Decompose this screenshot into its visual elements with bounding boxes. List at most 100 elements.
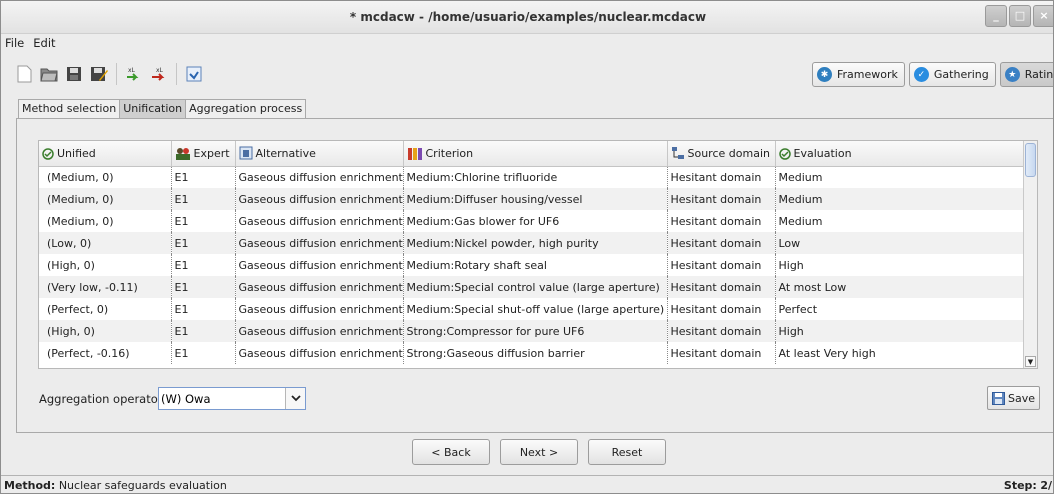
- aggregation-operator-dropdown-button[interactable]: [285, 388, 305, 409]
- scrollbar-thumb[interactable]: [1025, 143, 1036, 177]
- column-header-criterion[interactable]: Criterion: [403, 141, 668, 167]
- cell-alternative[interactable]: Gaseous diffusion enrichment: [235, 210, 404, 232]
- menu-edit[interactable]: Edit: [33, 36, 55, 54]
- cell-evaluation[interactable]: High: [775, 320, 1025, 342]
- aggregation-operator-input[interactable]: [159, 388, 285, 409]
- report-button[interactable]: [183, 63, 205, 85]
- framework-perspective-button[interactable]: ✱ Framework: [812, 62, 905, 87]
- table-row[interactable]: (Medium, 0) E1 Gaseous diffusion enrichmen…: [39, 210, 1025, 232]
- scroll-down-arrow-icon[interactable]: ▼: [1025, 356, 1036, 367]
- export-button[interactable]: xL: [148, 63, 170, 85]
- cell-evaluation[interactable]: Medium: [775, 166, 1025, 188]
- cell-alternative[interactable]: Gaseous diffusion enrichment: [235, 320, 404, 342]
- column-header-expert[interactable]: Expert: [171, 141, 236, 167]
- title-bar[interactable]: * mcdacw - /home/usuario/examples/nuclea…: [1, 1, 1053, 34]
- cell-source-domain[interactable]: Hesitant domain: [667, 166, 776, 188]
- cell-expert[interactable]: E1: [171, 320, 236, 342]
- open-file-button[interactable]: [38, 63, 60, 85]
- table-row[interactable]: (Medium, 0) E1 Gaseous diffusion enrichmen…: [39, 188, 1025, 210]
- cell-evaluation[interactable]: Perfect: [775, 298, 1025, 320]
- cell-expert[interactable]: E1: [171, 188, 236, 210]
- cell-criterion[interactable]: Strong:Gaseous diffusion barrier: [403, 342, 668, 364]
- reset-button[interactable]: Reset: [588, 439, 666, 465]
- menu-file[interactable]: File: [5, 36, 24, 54]
- table-row[interactable]: (Very low, -0.11) E1 Gaseous diffusion enr…: [39, 276, 1025, 298]
- cell-alternative[interactable]: Gaseous diffusion enrichment: [235, 276, 404, 298]
- tab-method-selection[interactable]: Method selection: [18, 99, 121, 118]
- cell-expert[interactable]: E1: [171, 232, 236, 254]
- column-header-unified[interactable]: Unified: [39, 141, 172, 167]
- cell-evaluation[interactable]: Low: [775, 232, 1025, 254]
- aggregation-operator-select[interactable]: [158, 387, 306, 410]
- table-vertical-scrollbar[interactable]: ▼: [1023, 141, 1037, 368]
- back-button[interactable]: < Back: [412, 439, 490, 465]
- cell-evaluation[interactable]: At most Low: [775, 276, 1025, 298]
- gathering-perspective-button[interactable]: ✓ Gathering: [908, 62, 996, 87]
- cell-alternative[interactable]: Gaseous diffusion enrichment: [235, 188, 404, 210]
- save-as-button[interactable]: [88, 63, 110, 85]
- cell-evaluation[interactable]: High: [775, 254, 1025, 276]
- cell-criterion[interactable]: Medium:Gas blower for UF6: [403, 210, 668, 232]
- tab-unification[interactable]: Unification: [119, 99, 187, 118]
- cell-alternative[interactable]: Gaseous diffusion enrichment: [235, 342, 404, 364]
- cell-unified[interactable]: (Medium, 0): [39, 166, 172, 188]
- cell-source-domain[interactable]: Hesitant domain: [667, 188, 776, 210]
- column-header-alternative[interactable]: Alternative: [235, 141, 404, 167]
- cell-expert[interactable]: E1: [171, 342, 236, 364]
- import-button[interactable]: xL: [123, 63, 145, 85]
- cell-expert[interactable]: E1: [171, 166, 236, 188]
- cell-unified[interactable]: (Medium, 0): [39, 210, 172, 232]
- cell-unified[interactable]: (Perfect, -0.16): [39, 342, 172, 364]
- cell-evaluation[interactable]: At least Very high: [775, 342, 1025, 364]
- cell-expert[interactable]: E1: [171, 254, 236, 276]
- floppy-icon: [67, 67, 81, 81]
- table-row[interactable]: (High, 0) E1 Gaseous diffusion enrichment S…: [39, 320, 1025, 342]
- cell-criterion[interactable]: Medium:Special control value (large aper…: [403, 276, 668, 298]
- cell-alternative[interactable]: Gaseous diffusion enrichment: [235, 232, 404, 254]
- column-header-source-domain[interactable]: Source domain: [667, 141, 776, 167]
- cell-expert[interactable]: E1: [171, 276, 236, 298]
- cell-alternative[interactable]: Gaseous diffusion enrichment: [235, 166, 404, 188]
- cell-unified[interactable]: (Perfect, 0): [39, 298, 172, 320]
- cell-unified[interactable]: (High, 0): [39, 254, 172, 276]
- table-row[interactable]: (Perfect, 0) E1 Gaseous diffusion enrichme…: [39, 298, 1025, 320]
- close-button[interactable]: ×: [1033, 5, 1053, 27]
- table-row[interactable]: (Perfect, -0.16) E1 Gaseous diffusion enri…: [39, 342, 1025, 364]
- toolbar: xL xL: [13, 58, 208, 90]
- column-header-evaluation[interactable]: Evaluation: [775, 141, 1025, 167]
- cell-source-domain[interactable]: Hesitant domain: [667, 342, 776, 364]
- save-file-button[interactable]: [63, 63, 85, 85]
- minimize-button[interactable]: _: [985, 5, 1007, 27]
- cell-alternative[interactable]: Gaseous diffusion enrichment: [235, 254, 404, 276]
- table-row[interactable]: (Medium, 0) E1 Gaseous diffusion enrichmen…: [39, 166, 1025, 188]
- new-file-button[interactable]: [13, 63, 35, 85]
- table-row[interactable]: (High, 0) E1 Gaseous diffusion enrichment M…: [39, 254, 1025, 276]
- tab-aggregation-process[interactable]: Aggregation process: [185, 99, 307, 118]
- cell-source-domain[interactable]: Hesitant domain: [667, 276, 776, 298]
- table-row[interactable]: (Low, 0) E1 Gaseous diffusion enrichment Me…: [39, 232, 1025, 254]
- cell-source-domain[interactable]: Hesitant domain: [667, 254, 776, 276]
- cell-unified[interactable]: (Very low, -0.11): [39, 276, 172, 298]
- cell-expert[interactable]: E1: [171, 298, 236, 320]
- cell-criterion[interactable]: Medium:Special shut-off value (large ape…: [403, 298, 668, 320]
- next-button[interactable]: Next >: [500, 439, 578, 465]
- cell-expert[interactable]: E1: [171, 210, 236, 232]
- cell-unified[interactable]: (Medium, 0): [39, 188, 172, 210]
- rating-perspective-button[interactable]: ★ Rating: [999, 62, 1053, 87]
- maximize-button[interactable]: □: [1009, 5, 1031, 27]
- cell-unified[interactable]: (High, 0): [39, 320, 172, 342]
- cell-criterion[interactable]: Medium:Chlorine trifluoride: [403, 166, 668, 188]
- cell-evaluation[interactable]: Medium: [775, 188, 1025, 210]
- cell-source-domain[interactable]: Hesitant domain: [667, 210, 776, 232]
- cell-criterion[interactable]: Medium:Rotary shaft seal: [403, 254, 668, 276]
- cell-source-domain[interactable]: Hesitant domain: [667, 232, 776, 254]
- cell-unified[interactable]: (Low, 0): [39, 232, 172, 254]
- cell-criterion[interactable]: Strong:Compressor for pure UF6: [403, 320, 668, 342]
- cell-alternative[interactable]: Gaseous diffusion enrichment: [235, 298, 404, 320]
- save-button[interactable]: Save: [987, 386, 1041, 410]
- cell-criterion[interactable]: Medium:Diffuser housing/vessel: [403, 188, 668, 210]
- cell-evaluation[interactable]: Medium: [775, 210, 1025, 232]
- cell-source-domain[interactable]: Hesitant domain: [667, 298, 776, 320]
- cell-source-domain[interactable]: Hesitant domain: [667, 320, 776, 342]
- cell-criterion[interactable]: Medium:Nickel powder, high purity: [403, 232, 668, 254]
